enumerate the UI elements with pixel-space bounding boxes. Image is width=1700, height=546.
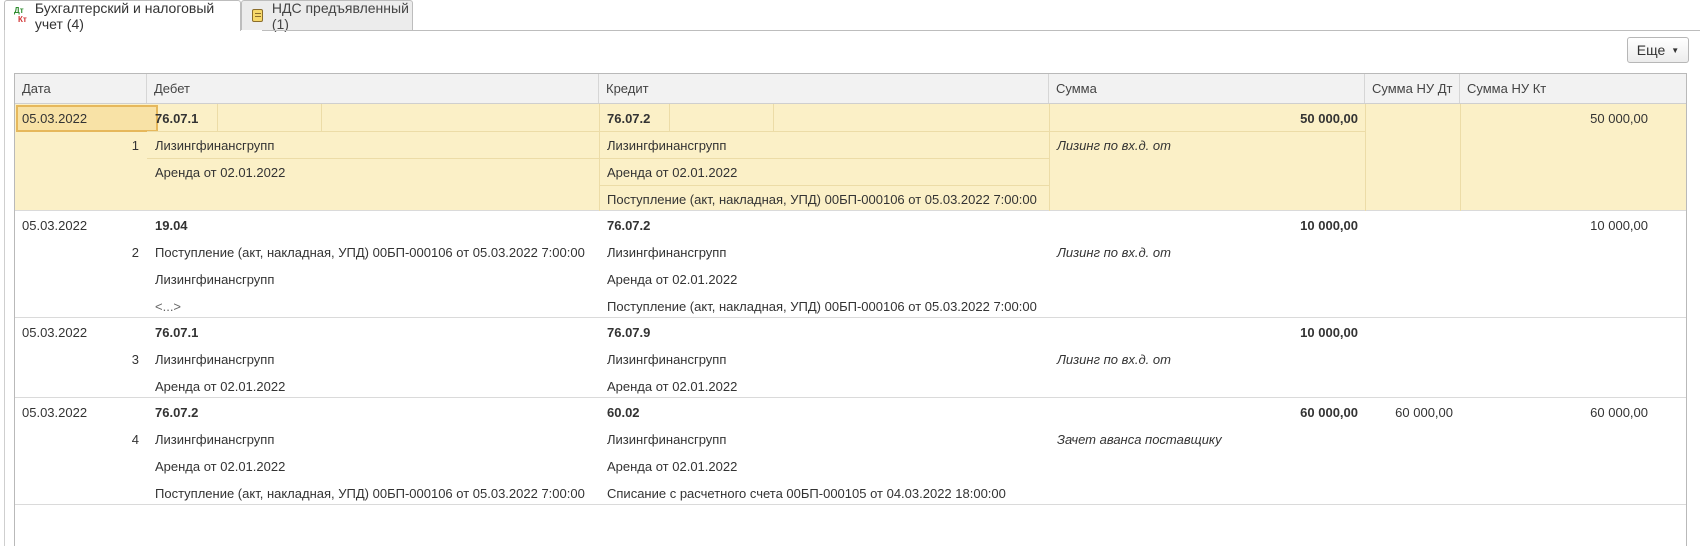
dt-kt-icon: Дт Кт [14, 6, 27, 24]
tab-bar: Дт Кт Бухгалтерский и налоговый учет (4)… [0, 0, 1700, 32]
cell-debit-subconto-1[interactable]: Лизингфинансгрупп [155, 131, 274, 160]
cell-debit-subconto-2[interactable]: Лизингфинансгрупп [155, 265, 274, 294]
tab-accounting[interactable]: Дт Кт Бухгалтерский и налоговый учет (4) [4, 0, 241, 32]
postings-table: Дата Дебет Кредит Сумма Сумма НУ Дт Сумм… [14, 73, 1687, 546]
cell-sum-nu-dt[interactable] [1367, 211, 1453, 240]
cell-number: 3 [131, 352, 139, 367]
cell-sum-nu-kt[interactable]: 60 000,00 [1462, 398, 1648, 427]
cell-sum-nu-dt[interactable] [1367, 104, 1453, 133]
cell-credit-account[interactable]: 76.07.9 [607, 318, 650, 347]
cell-number: 2 [131, 245, 139, 260]
cell-sum-nu-dt[interactable] [1367, 318, 1453, 347]
cell-content[interactable]: Лизинг по вх.д. от [1057, 131, 1171, 160]
cell-sum[interactable]: 10 000,00 [1055, 211, 1358, 240]
cell-sum-nu-dt[interactable]: 60 000,00 [1367, 398, 1453, 427]
cell-sum-nu-kt[interactable] [1462, 318, 1648, 347]
table-row[interactable]: 05.03.2022 3 76.07.1 Лизингфинансгрупп А… [15, 318, 1686, 398]
column-sum-nu-dt[interactable]: Сумма НУ Дт [1365, 74, 1460, 103]
table-row[interactable]: 05.03.2022 2 19.04 Поступление (акт, нак… [15, 211, 1686, 318]
cell-credit-subconto-1[interactable]: Лизингфинансгрупп [607, 345, 726, 374]
table-row[interactable]: 05.03.2022 1 76.07.1 Лизингфинансгрупп А… [15, 104, 1686, 211]
cell-credit-subconto-3[interactable]: Поступление (акт, накладная, УПД) 00БП-0… [607, 292, 1037, 321]
column-date[interactable]: Дата [15, 74, 147, 103]
cell-debit-subconto-2[interactable]: Аренда от 02.01.2022 [155, 158, 285, 187]
cell-number: 4 [131, 432, 139, 447]
tab-accounting-label: Бухгалтерский и налоговый учет (4) [34, 0, 215, 32]
cell-credit-subconto-2[interactable]: Аренда от 02.01.2022 [607, 372, 737, 401]
cell-sum[interactable]: 10 000,00 [1055, 318, 1358, 347]
cell-date[interactable]: 05.03.2022 [22, 104, 87, 133]
document-icon [252, 9, 263, 22]
cell-debit-subconto-2[interactable]: Аренда от 02.01.2022 [155, 452, 285, 481]
column-debit[interactable]: Дебет [147, 74, 599, 103]
cell-number: 1 [131, 138, 139, 153]
cell-credit-subconto-3[interactable]: Списание с расчетного счета 00БП-000105 … [607, 479, 1006, 508]
cell-credit-subconto-1[interactable]: Лизингфинансгрупп [607, 238, 726, 267]
cell-credit-subconto-1[interactable]: Лизингфинансгрупп [607, 425, 726, 454]
more-button[interactable]: Еще ▼ [1627, 37, 1689, 63]
cell-date[interactable]: 05.03.2022 [22, 398, 87, 427]
cell-credit-subconto-2[interactable]: Аренда от 02.01.2022 [607, 265, 737, 294]
more-button-label: Еще [1636, 42, 1666, 58]
cell-credit-subconto-2[interactable]: Аренда от 02.01.2022 [607, 452, 737, 481]
column-credit[interactable]: Кредит [599, 74, 1049, 103]
cell-credit-account[interactable]: 76.07.2 [607, 104, 650, 133]
cell-debit-account[interactable]: 76.07.1 [155, 104, 198, 133]
cell-debit-account[interactable]: 76.07.2 [155, 398, 198, 427]
tab-vat[interactable]: НДС предъявленный (1) [241, 0, 413, 32]
table-header: Дата Дебет Кредит Сумма Сумма НУ Дт Сумм… [15, 74, 1686, 104]
cell-sum-nu-kt[interactable]: 10 000,00 [1462, 211, 1648, 240]
cell-date[interactable]: 05.03.2022 [22, 318, 87, 347]
cell-credit-account[interactable]: 76.07.2 [607, 211, 650, 240]
tab-vat-label: НДС предъявленный (1) [271, 0, 409, 32]
cell-debit-subconto-3[interactable]: Поступление (акт, накладная, УПД) 00БП-0… [155, 479, 585, 508]
cell-credit-subconto-2[interactable]: Аренда от 02.01.2022 [607, 158, 737, 187]
column-sum[interactable]: Сумма [1049, 74, 1365, 103]
cell-debit-subconto-1[interactable]: Лизингфинансгрупп [155, 345, 274, 374]
cell-content[interactable]: Лизинг по вх.д. от [1057, 345, 1171, 374]
cell-credit-account[interactable]: 60.02 [607, 398, 640, 427]
cell-content[interactable]: Зачет аванса поставщику [1057, 425, 1222, 454]
cell-credit-subconto-3[interactable]: Поступление (акт, накладная, УПД) 00БП-0… [607, 185, 1037, 214]
cell-debit-subconto-1[interactable]: Поступление (акт, накладная, УПД) 00БП-0… [155, 238, 585, 267]
table-row[interactable]: 05.03.2022 4 76.07.2 Лизингфинансгрупп А… [15, 398, 1686, 505]
column-sum-nu-kt[interactable]: Сумма НУ Кт [1460, 74, 1686, 103]
cell-sum[interactable]: 50 000,00 [1055, 104, 1358, 133]
cell-credit-subconto-1[interactable]: Лизингфинансгрупп [607, 131, 726, 160]
cell-debit-account[interactable]: 76.07.1 [155, 318, 198, 347]
cell-sum[interactable]: 60 000,00 [1055, 398, 1358, 427]
cell-content[interactable]: Лизинг по вх.д. от [1057, 238, 1171, 267]
cell-sum-nu-kt[interactable]: 50 000,00 [1462, 104, 1648, 133]
cell-debit-subconto-1[interactable]: Лизингфинансгрупп [155, 425, 274, 454]
cell-date[interactable]: 05.03.2022 [22, 211, 87, 240]
chevron-down-icon: ▼ [1671, 45, 1680, 55]
cell-debit-subconto-3[interactable]: <...> [155, 292, 181, 321]
cell-debit-subconto-2[interactable]: Аренда от 02.01.2022 [155, 372, 285, 401]
cell-debit-account[interactable]: 19.04 [155, 211, 188, 240]
